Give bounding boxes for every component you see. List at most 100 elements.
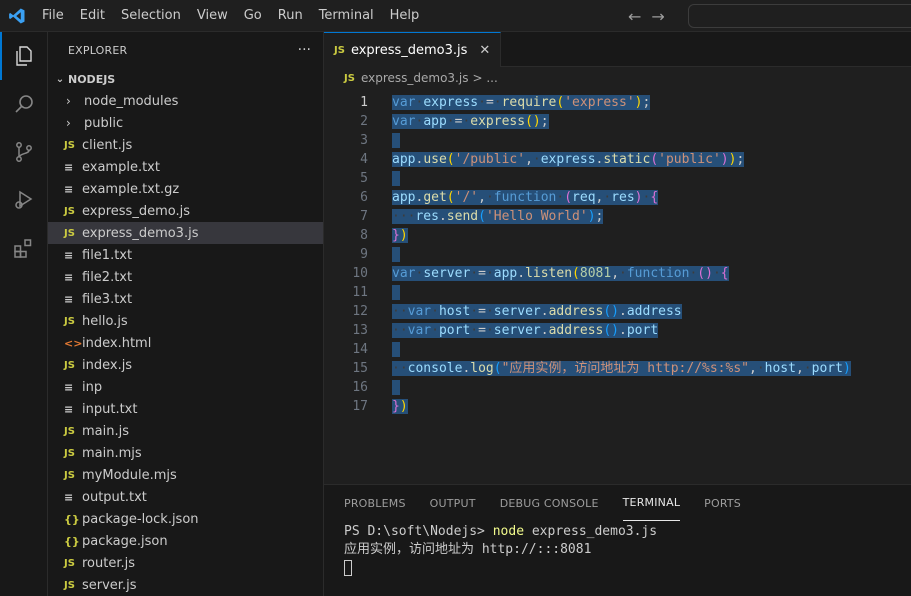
js-file-icon: JS xyxy=(64,315,75,327)
explorer-title: EXPLORER xyxy=(68,43,128,57)
terminal-command-arg: express_demo3.js xyxy=(524,524,658,539)
tree-file[interactable]: JS router.js xyxy=(48,552,323,574)
tab-express-demo3[interactable]: JS express_demo3.js ✕ xyxy=(324,32,502,67)
tree-file[interactable]: JS main.mjs xyxy=(48,442,323,464)
forward-arrow-icon[interactable]: → xyxy=(651,7,664,26)
tree-file[interactable]: ≡ example.txt.gz xyxy=(48,178,323,200)
terminal-cursor xyxy=(344,559,352,576)
history-nav: ← → xyxy=(628,0,665,32)
code-line: 9 xyxy=(324,245,911,264)
menu-view[interactable]: View xyxy=(189,0,236,32)
tree-file[interactable]: JS main.js xyxy=(48,420,323,442)
html-file-icon: <> xyxy=(64,336,83,350)
explorer-icon[interactable] xyxy=(0,32,48,80)
tree-file[interactable]: JS client.js xyxy=(48,134,323,156)
tree-file[interactable]: ≡ file2.txt xyxy=(48,266,323,288)
breadcrumb-rest[interactable]: > ... xyxy=(472,71,497,85)
breadcrumb-file[interactable]: express_demo3.js xyxy=(361,71,469,85)
menu-file[interactable]: File xyxy=(34,0,72,32)
tree-file[interactable]: JS express_demo3.js xyxy=(48,222,323,244)
tree-file[interactable]: JS myModule.mjs xyxy=(48,464,323,486)
code-line: 14 xyxy=(324,340,911,359)
tree-folder[interactable]: › node_modules xyxy=(48,90,323,112)
tree-item-label: client.js xyxy=(82,137,133,153)
json-file-icon: {} xyxy=(64,512,80,526)
tree-file[interactable]: JS index.js xyxy=(48,354,323,376)
tree-item-label: index.html xyxy=(82,335,152,351)
tree-file[interactable]: ≡ example.txt xyxy=(48,156,323,178)
tree-file[interactable]: {} package.json xyxy=(48,530,323,552)
code-line: 15 ··console.log("应用实例，访问地址为 http://%s:%s… xyxy=(352,361,851,376)
menu-go[interactable]: Go xyxy=(236,0,270,32)
tree-folder[interactable]: › public xyxy=(48,112,323,134)
activity-bar xyxy=(0,32,48,596)
run-debug-icon[interactable] xyxy=(0,176,48,224)
js-file-icon: JS xyxy=(64,557,75,569)
more-actions-icon[interactable]: ··· xyxy=(298,42,311,58)
menu-selection[interactable]: Selection xyxy=(113,0,189,32)
js-file-icon: JS xyxy=(64,227,75,239)
js-file-icon: JS xyxy=(334,44,345,56)
text-file-icon: ≡ xyxy=(64,248,74,262)
menu-terminal[interactable]: Terminal xyxy=(311,0,382,32)
js-file-icon: JS xyxy=(64,205,75,217)
tree-item-label: server.js xyxy=(82,577,137,593)
js-file-icon: JS xyxy=(64,359,75,371)
code-line: 3 xyxy=(324,131,911,150)
tree-file[interactable]: ≡ file3.txt xyxy=(48,288,323,310)
code-line: 16 xyxy=(324,378,911,397)
tab-output[interactable]: OUTPUT xyxy=(430,485,476,521)
tree-item-label: example.txt xyxy=(82,159,160,175)
text-file-icon: ≡ xyxy=(64,490,74,504)
command-center-search[interactable] xyxy=(688,4,911,28)
tree-file[interactable]: ≡ file1.txt xyxy=(48,244,323,266)
tree-file[interactable]: {} package-lock.json xyxy=(48,508,323,530)
tab-ports[interactable]: PORTS xyxy=(704,485,741,521)
menu-edit[interactable]: Edit xyxy=(72,0,113,32)
extensions-icon[interactable] xyxy=(0,224,48,272)
tree-item-label: main.mjs xyxy=(82,445,142,461)
workspace-folder[interactable]: ⌄ NODEJS xyxy=(48,68,323,90)
tree-item-label: public xyxy=(84,115,124,131)
tree-file[interactable]: ≡ input.txt xyxy=(48,398,323,420)
vscode-logo-icon xyxy=(0,0,34,32)
search-icon[interactable] xyxy=(0,80,48,128)
code-line: 2 var·app·=·express(); xyxy=(360,114,549,129)
terminal-command: node xyxy=(492,524,525,539)
file-tree: › node_modules › public JS client.js ≡ example.… xyxy=(48,90,323,596)
tab-terminal[interactable]: TERMINAL xyxy=(622,485,681,521)
text-file-icon: ≡ xyxy=(64,402,74,416)
tree-item-label: output.txt xyxy=(82,489,147,505)
js-file-icon: JS xyxy=(64,139,75,151)
chevron-right-icon: › xyxy=(66,116,71,130)
tab-problems[interactable]: PROBLEMS xyxy=(344,485,406,521)
tree-file[interactable]: JS hello.js xyxy=(48,310,323,332)
menu-run[interactable]: Run xyxy=(270,0,311,32)
tree-file[interactable]: <> index.html xyxy=(48,332,323,354)
tree-item-label: index.js xyxy=(82,357,133,373)
back-arrow-icon[interactable]: ← xyxy=(628,7,641,26)
js-file-icon: JS xyxy=(64,425,75,437)
code-line: 13 ··var·port·=·server.address().port xyxy=(352,323,659,338)
code-line: 17}) xyxy=(352,399,408,414)
tab-debug-console[interactable]: DEBUG CONSOLE xyxy=(500,485,599,521)
tab-label: express_demo3.js xyxy=(350,42,468,58)
close-icon[interactable]: ✕ xyxy=(479,43,490,58)
tree-file[interactable]: JS express_demo.js xyxy=(48,200,323,222)
title-bar: File Edit Selection View Go Run Terminal… xyxy=(0,0,911,32)
menu-help[interactable]: Help xyxy=(382,0,428,32)
tree-file[interactable]: ≡ output.txt xyxy=(48,486,323,508)
code-line: 7 ···res.send('Hello World'); xyxy=(360,209,604,224)
tree-item-label: hello.js xyxy=(82,313,128,329)
terminal[interactable]: PS D:\soft\Nodejs> node express_demo3.js… xyxy=(324,521,911,577)
text-file-icon: ≡ xyxy=(64,380,74,394)
tree-file[interactable]: ≡ inp xyxy=(48,376,323,398)
js-file-icon: JS xyxy=(64,447,75,459)
explorer-sidebar: EXPLORER ··· ⌄ NODEJS › node_modules › publ… xyxy=(48,32,324,596)
source-control-icon[interactable] xyxy=(0,128,48,176)
text-file-icon: ≡ xyxy=(64,160,74,174)
js-file-icon: JS xyxy=(64,579,75,591)
editor-area: JS express_demo3.js ✕ JS express_demo3.j… xyxy=(324,32,911,484)
code-editor[interactable]: 1 var·express·=·require('express'); 2 var·… xyxy=(324,89,911,484)
tree-file[interactable]: JS server.js xyxy=(48,574,323,596)
